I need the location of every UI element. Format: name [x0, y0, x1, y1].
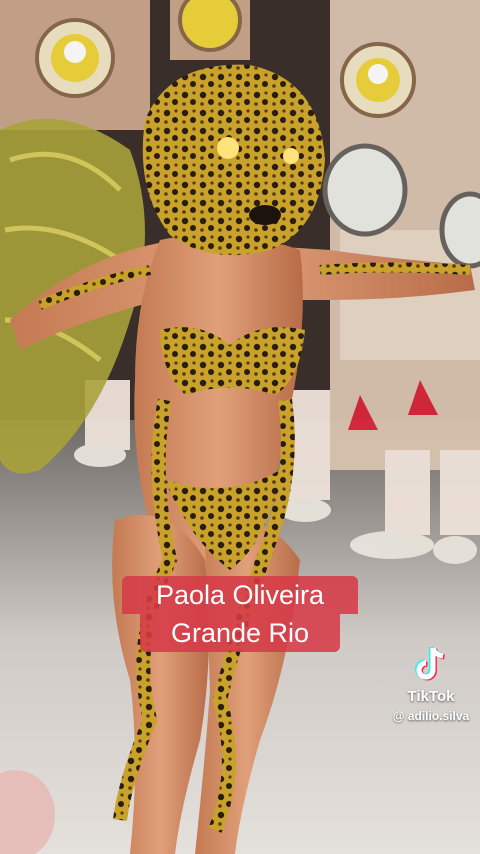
- carnival-photo: [0, 0, 480, 854]
- tiktok-brand: TikTok: [407, 688, 455, 705]
- caption-name: Paola Oliveira: [122, 576, 358, 614]
- tiktok-logo-icon: [415, 646, 445, 681]
- tiktok-watermark: TikTok @ adilio.silva: [386, 646, 476, 723]
- tiktok-username: @ adilio.silva: [392, 709, 470, 723]
- video-caption: Paola Oliveira Grande Rio: [122, 576, 358, 652]
- jaguar-eye-right: [283, 148, 299, 164]
- caption-school: Grande Rio: [140, 614, 340, 652]
- jaguar-eye-left: [217, 137, 239, 159]
